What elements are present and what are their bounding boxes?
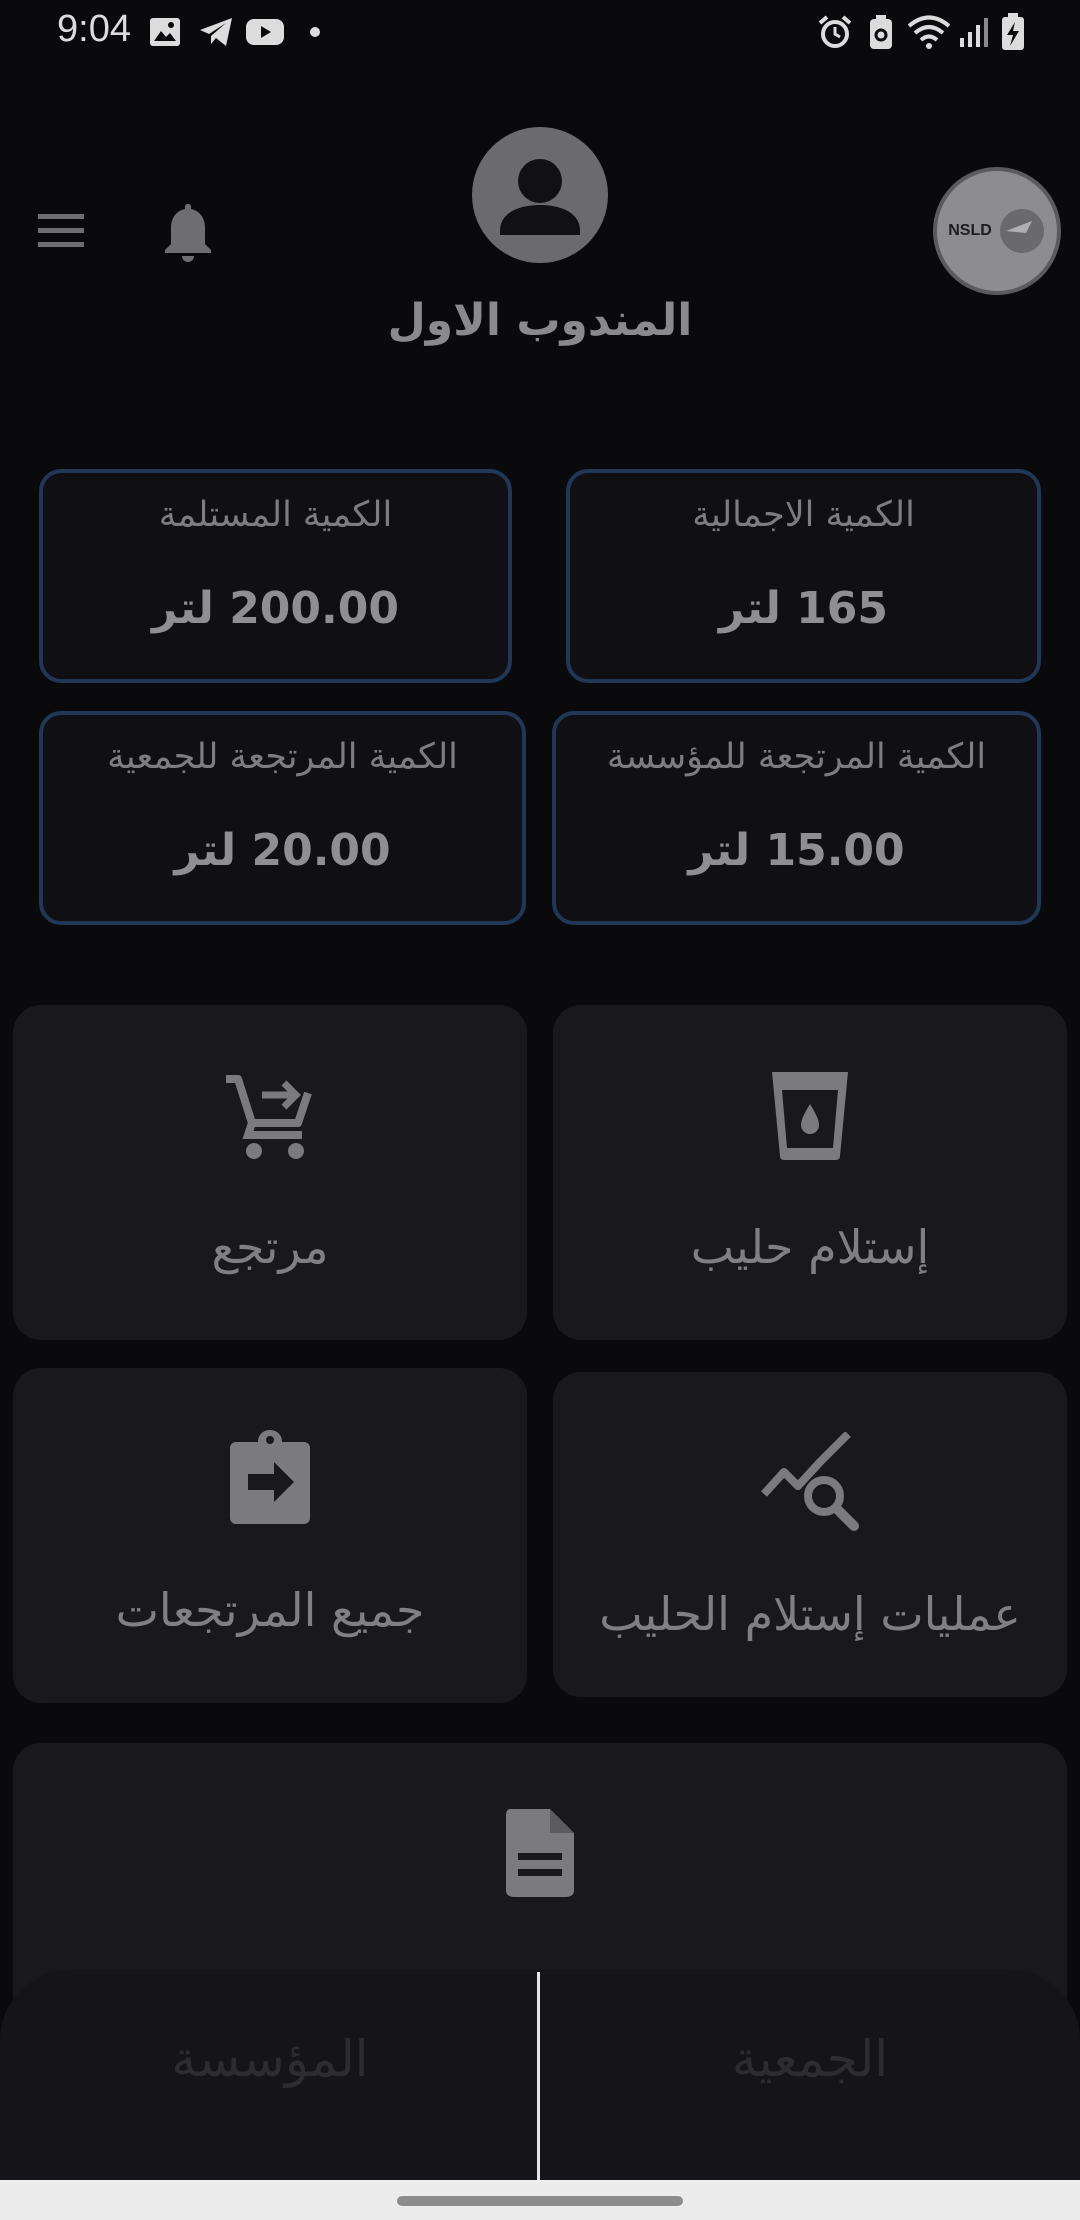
chart-search-icon (760, 1432, 860, 1532)
notification-bell-icon[interactable] (160, 200, 216, 264)
tab-association[interactable]: الجمعية (540, 2030, 1080, 2088)
recycle-battery-icon (866, 14, 896, 50)
milk-receipt-operations-button[interactable]: عمليات إستلام الحليب (553, 1372, 1067, 1697)
stat-card-returned-association: الكمية المرتجعة للجمعية 20.00 لتر (39, 711, 526, 925)
battery-charging-icon (1000, 13, 1026, 50)
logo-text: NSLD (948, 222, 992, 239)
image-icon (148, 14, 182, 50)
status-time: 9:04 (57, 8, 131, 50)
tile-label: جميع المرتجعات (115, 1583, 425, 1637)
stat-label: الكمية المرتجعة للمؤسسة (606, 737, 987, 777)
menu-icon[interactable] (36, 210, 88, 250)
stat-label: الكمية المرتجعة للجمعية (107, 737, 458, 777)
stat-value: 15.00 لتر (688, 825, 905, 876)
tab-divider (537, 1972, 540, 2180)
returned-button[interactable]: مرتجع (13, 1005, 527, 1340)
signal-icon (958, 14, 992, 50)
tile-label: عمليات إستلام الحليب (599, 1587, 1021, 1641)
stat-card-total: الكمية الاجمالية 165 لتر (566, 469, 1041, 683)
stat-value: 200.00 لتر (152, 583, 399, 634)
dot-icon (308, 14, 322, 50)
tab-institution[interactable]: المؤسسة (0, 2030, 540, 2088)
cart-return-icon (220, 1065, 320, 1165)
logo-mark-icon (999, 209, 1044, 253)
alarm-icon (815, 14, 855, 50)
stat-value: 20.00 لتر (174, 825, 391, 876)
stat-card-received: الكمية المستلمة 200.00 لتر (39, 469, 512, 683)
organization-logo: NSLD (933, 167, 1061, 295)
receive-milk-button[interactable]: إستلام حليب (553, 1005, 1067, 1340)
document-icon (490, 1803, 590, 1903)
youtube-icon (244, 14, 286, 50)
page-title: المندوب الاول (387, 295, 693, 346)
stat-card-returned-institution: الكمية المرتجعة للمؤسسة 15.00 لتر (552, 711, 1041, 925)
stat-value: 165 لتر (718, 583, 889, 634)
all-returns-button[interactable]: جميع المرتجعات (13, 1368, 527, 1703)
tile-label: إستلام حليب (690, 1220, 930, 1274)
clipboard-arrow-icon (220, 1428, 320, 1528)
telegram-icon (196, 14, 236, 50)
wifi-icon (906, 14, 952, 50)
stat-label: الكمية المستلمة (158, 495, 393, 535)
avatar[interactable] (472, 127, 608, 263)
stat-label: الكمية الاجمالية (692, 495, 915, 535)
cup-drop-icon (760, 1065, 860, 1165)
home-gesture-handle[interactable] (397, 2196, 683, 2206)
tile-label: مرتجع (211, 1220, 329, 1274)
